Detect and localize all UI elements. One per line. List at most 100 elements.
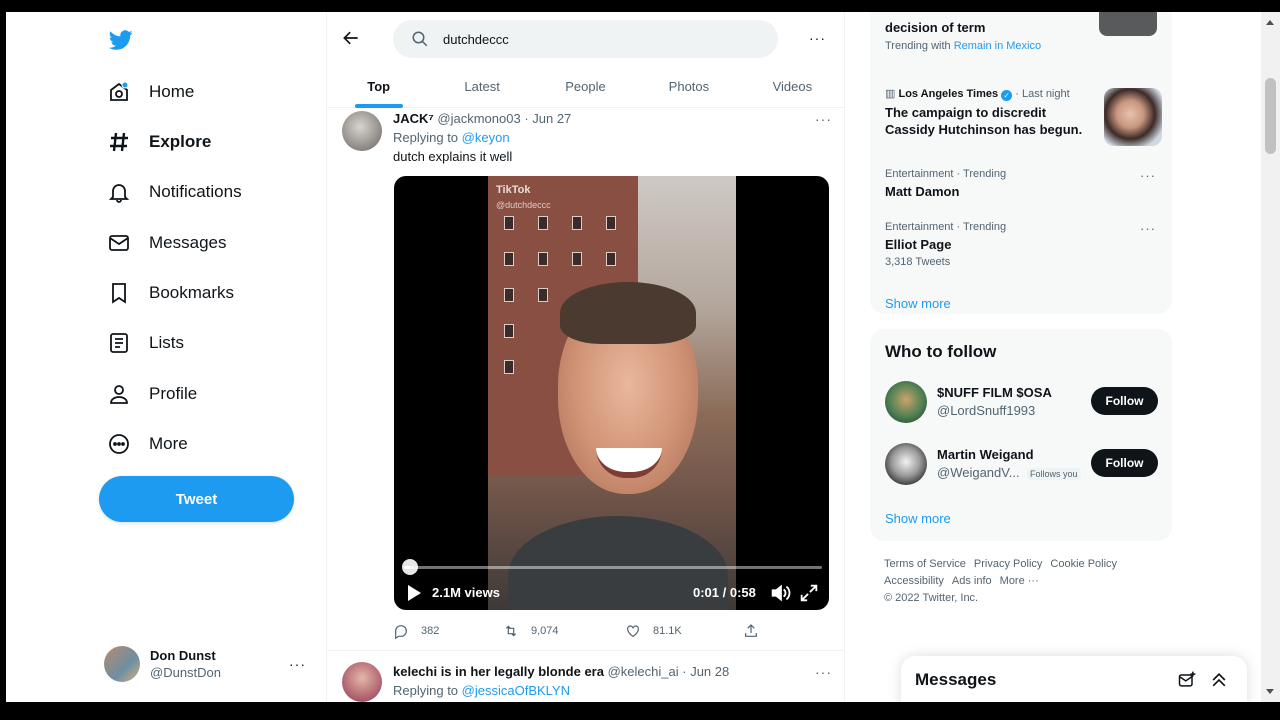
video-player[interactable]: TikTok @dutchdeccc 2.1M views 0:01 / 0:5…	[394, 176, 829, 610]
replying-to: Replying to @keyon	[393, 130, 510, 145]
more-dots-icon[interactable]: ···	[1140, 221, 1156, 236]
news-item[interactable]: ▥ Los Angeles Times ✓ · Last night The c…	[885, 87, 1095, 137]
more-dots-icon[interactable]: ···	[1140, 168, 1156, 183]
follow-suggestion[interactable]: Martin Weigand @WeigandV... Follows you …	[885, 443, 1160, 487]
nav-notifications[interactable]: Notifications	[104, 172, 242, 212]
avatar[interactable]	[885, 381, 927, 423]
messages-drawer[interactable]: Messages	[901, 656, 1247, 702]
like-button[interactable]: 81.1K	[625, 623, 682, 639]
fullscreen-icon[interactable]	[798, 582, 820, 604]
page-scrollbar[interactable]	[1261, 12, 1280, 702]
avatar[interactable]	[885, 443, 927, 485]
volume-icon[interactable]	[769, 582, 791, 604]
trend-item[interactable]: Entertainment · Trending Matt Damon	[885, 168, 1165, 199]
list-icon	[104, 328, 134, 358]
twitter-logo-icon[interactable]	[108, 28, 134, 52]
tweet-author-name[interactable]: kelechi is in her legally blonde era	[393, 664, 604, 679]
news-thumbnail[interactable]	[1104, 88, 1162, 146]
follow-button[interactable]: Follow	[1091, 387, 1158, 415]
more-dots-icon[interactable]: ···	[815, 664, 832, 680]
footer-link[interactable]: Privacy Policy	[974, 558, 1042, 570]
tweet-button[interactable]: Tweet	[99, 476, 294, 522]
follow-name[interactable]: Martin Weigand	[937, 447, 1034, 462]
trend-item[interactable]: Entertainment · Trending Elliot Page 3,3…	[885, 221, 1165, 268]
retweet-icon	[505, 625, 517, 637]
footer-link[interactable]: Cookie Policy	[1050, 558, 1117, 570]
tweet[interactable]: JACK⁷ @jackmono03 · Jun 27 ··· Replying …	[327, 109, 844, 651]
replying-prefix: Replying to	[393, 683, 462, 698]
trend-meta-link[interactable]: Remain in Mexico	[954, 40, 1041, 52]
avatar[interactable]	[342, 662, 382, 702]
tweet-date[interactable]: · Jun 28	[682, 664, 729, 679]
window	[504, 324, 514, 338]
envelope-icon	[104, 228, 134, 258]
messages-drawer-title[interactable]: Messages	[915, 670, 996, 690]
replying-prefix: Replying to	[393, 130, 462, 145]
nav-bookmarks[interactable]: Bookmarks	[104, 273, 234, 313]
tweet-actions: 382 9,074 81.1K	[393, 623, 793, 643]
footer-link[interactable]: Accessibility	[884, 575, 944, 587]
follow-handle[interactable]: @WeigandV...	[937, 465, 1020, 480]
reply-count: 382	[421, 625, 440, 637]
home-icon	[104, 77, 134, 107]
new-message-icon[interactable]	[1177, 670, 1197, 690]
tweet[interactable]: kelechi is in her legally blonde era @ke…	[327, 652, 844, 702]
video-progress-bar[interactable]	[404, 566, 822, 569]
more-dots-icon[interactable]: ···	[289, 656, 306, 672]
nav-lists[interactable]: Lists	[104, 323, 184, 363]
follow-button[interactable]: Follow	[1091, 449, 1158, 477]
window	[504, 252, 514, 266]
tweet-date[interactable]: · Jun 27	[524, 111, 571, 126]
more-dots-icon[interactable]: ···	[809, 30, 826, 46]
footer-link[interactable]: More ···	[1000, 575, 1039, 587]
replying-to-link[interactable]: @keyon	[462, 130, 510, 145]
reply-button[interactable]: 382	[393, 623, 439, 639]
tweet-author-name[interactable]: JACK⁷	[393, 111, 434, 126]
person-hair	[560, 282, 696, 344]
tab-latest[interactable]: Latest	[430, 66, 533, 107]
tweet-text: dutch explains it well	[393, 149, 513, 164]
news-thumbnail[interactable]	[1099, 12, 1157, 36]
follow-handle[interactable]: @LordSnuff1993	[937, 403, 1035, 418]
trend-meta-prefix: Trending with	[885, 40, 954, 52]
nav-profile[interactable]: Profile	[104, 374, 197, 414]
retweet-button[interactable]: 9,074	[503, 623, 559, 639]
more-dots-icon[interactable]: ···	[815, 111, 832, 127]
back-arrow-icon[interactable]	[341, 28, 361, 48]
show-more-link[interactable]: Show more	[885, 511, 951, 526]
tab-photos[interactable]: Photos	[637, 66, 740, 107]
nav-home[interactable]: Home	[104, 72, 194, 112]
tab-people[interactable]: People	[534, 66, 637, 107]
copyright: © 2022 Twitter, Inc.	[884, 592, 979, 604]
play-icon[interactable]	[406, 584, 422, 602]
scroll-up-arrow-icon[interactable]	[1266, 20, 1274, 25]
chevron-up-double-icon[interactable]	[1209, 670, 1229, 690]
tweet-author-handle[interactable]: @kelechi_ai	[608, 664, 679, 679]
nav-messages[interactable]: Messages	[104, 223, 226, 263]
nav-explore[interactable]: Explore	[104, 122, 211, 162]
follow-suggestion[interactable]: $NUFF FILM $OSA @LordSnuff1993 Follow	[885, 381, 1160, 425]
scrollbar-thumb[interactable]	[1265, 78, 1276, 154]
footer-link[interactable]: Ads info	[952, 575, 992, 587]
trend-meta: Trending with Remain in Mexico	[885, 40, 1165, 52]
tab-top[interactable]: Top	[327, 66, 430, 107]
tweet-author-handle[interactable]: @jackmono03	[437, 111, 520, 126]
follow-name[interactable]: $NUFF FILM $OSA	[937, 385, 1052, 400]
share-button[interactable]	[743, 623, 771, 639]
search-header: ···	[327, 12, 844, 66]
search-tabs: Top Latest People Photos Videos	[327, 66, 844, 108]
video-progress-handle[interactable]	[402, 559, 418, 575]
search-box[interactable]	[393, 20, 778, 58]
nav-more[interactable]: More	[104, 424, 188, 464]
verified-icon: ✓	[1001, 90, 1013, 101]
tab-videos[interactable]: Videos	[741, 66, 844, 107]
avatar[interactable]	[342, 111, 382, 151]
scroll-down-arrow-icon[interactable]	[1266, 689, 1274, 694]
search-input[interactable]	[443, 31, 743, 47]
news-time: · Last night	[1015, 88, 1070, 100]
window	[572, 216, 582, 230]
show-more-link[interactable]: Show more	[885, 296, 951, 311]
replying-to-link[interactable]: @jessicaOfBKLYN	[462, 683, 570, 698]
account-switcher[interactable]: Don Dunst @DunstDon ···	[104, 642, 314, 686]
footer-link[interactable]: Terms of Service	[884, 558, 966, 570]
